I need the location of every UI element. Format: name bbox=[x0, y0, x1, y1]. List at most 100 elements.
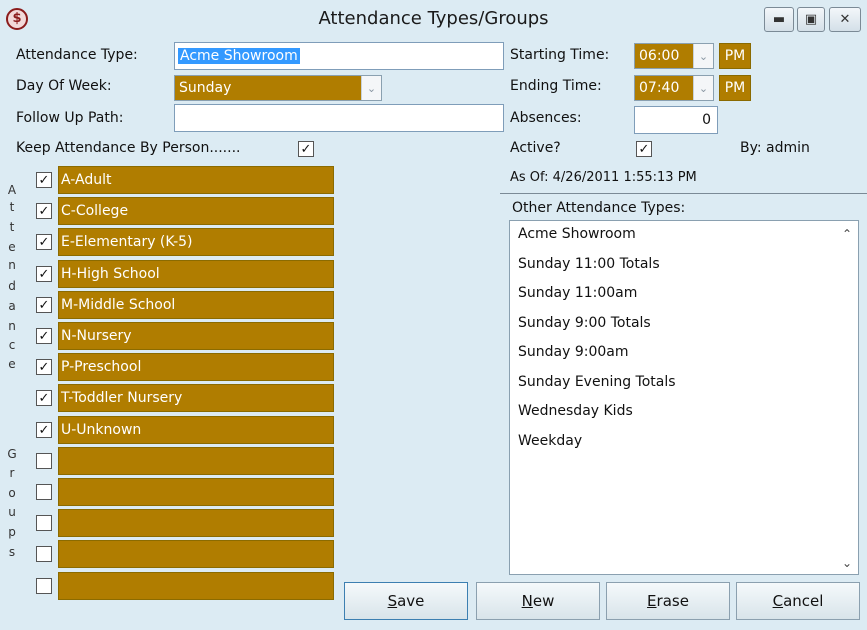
starting-time-label: Starting Time: bbox=[510, 47, 610, 63]
group-name-value: H-High School bbox=[61, 266, 160, 282]
starting-time-ampm[interactable]: PM bbox=[719, 43, 751, 69]
ending-time-ampm[interactable]: PM bbox=[719, 75, 751, 101]
group-name-value: P-Preschool bbox=[61, 359, 142, 375]
attendance-type-input[interactable]: Acme Showroom bbox=[174, 42, 504, 70]
group-name-field[interactable] bbox=[58, 540, 334, 568]
vertical-label-letter: t bbox=[9, 200, 15, 214]
attendance-type-value: Acme Showroom bbox=[178, 48, 300, 64]
vertical-label-letter: r bbox=[9, 466, 15, 480]
group-name-value: A-Adult bbox=[61, 172, 112, 188]
group-name-field[interactable]: A-Adult bbox=[58, 166, 334, 194]
group-checkbox[interactable]: ✓ bbox=[36, 234, 52, 250]
save-button[interactable]: Save bbox=[344, 582, 468, 620]
group-name-field[interactable] bbox=[58, 478, 334, 506]
maximize-icon: ▣ bbox=[804, 12, 818, 27]
group-name-field[interactable] bbox=[58, 509, 334, 537]
close-button[interactable]: ✕ bbox=[829, 7, 861, 32]
list-item[interactable]: Wednesday Kids bbox=[518, 403, 633, 419]
list-item[interactable]: Weekday bbox=[518, 433, 582, 449]
vertical-label-letter: o bbox=[8, 486, 16, 500]
group-checkbox[interactable]: ✓ bbox=[36, 266, 52, 282]
chevron-down-icon[interactable]: ⌄ bbox=[361, 76, 381, 100]
group-checkbox[interactable]: ✓ bbox=[36, 172, 52, 188]
cancel-button[interactable]: Cancel bbox=[736, 582, 860, 620]
ending-time-select[interactable]: 07:40 ⌄ bbox=[634, 75, 714, 101]
day-of-week-value: Sunday bbox=[179, 80, 232, 96]
list-item[interactable]: Sunday Evening Totals bbox=[518, 374, 676, 390]
list-item[interactable]: Sunday 9:00 Totals bbox=[518, 315, 651, 331]
group-name-value: M-Middle School bbox=[61, 297, 176, 313]
by-user-label: By: admin bbox=[740, 140, 810, 156]
group-name-field[interactable]: C-College bbox=[58, 197, 334, 225]
vertical-label-letter: A bbox=[7, 183, 17, 197]
active-checkbox[interactable]: ✓ bbox=[636, 141, 652, 157]
group-checkbox[interactable] bbox=[36, 546, 52, 562]
vertical-label-letter: c bbox=[8, 338, 16, 352]
vertical-label-letter: e bbox=[8, 240, 16, 254]
vertical-label-letter: e bbox=[8, 357, 16, 371]
list-item[interactable]: Sunday 11:00 Totals bbox=[518, 256, 660, 272]
group-name-field[interactable]: T-Toddler Nursery bbox=[58, 384, 334, 412]
group-checkbox[interactable] bbox=[36, 515, 52, 531]
absences-label: Absences: bbox=[510, 110, 582, 126]
group-checkbox[interactable]: ✓ bbox=[36, 203, 52, 219]
follow-up-path-input[interactable] bbox=[174, 104, 504, 132]
attendance-type-label: Attendance Type: bbox=[16, 47, 138, 63]
other-types-title: Other Attendance Types: bbox=[512, 200, 686, 216]
ending-time-label: Ending Time: bbox=[510, 78, 602, 94]
vertical-label-letter: G bbox=[7, 447, 17, 461]
as-of-label: As Of: 4/26/2011 1:55:13 PM bbox=[510, 170, 697, 185]
vertical-label-letter: t bbox=[9, 220, 15, 234]
group-checkbox[interactable]: ✓ bbox=[36, 390, 52, 406]
group-checkbox[interactable] bbox=[36, 578, 52, 594]
day-of-week-select[interactable]: Sunday ⌄ bbox=[174, 75, 382, 101]
list-item[interactable]: Sunday 11:00am bbox=[518, 285, 637, 301]
day-of-week-label: Day Of Week: bbox=[16, 78, 112, 94]
new-button[interactable]: New bbox=[476, 582, 600, 620]
minimize-icon: ▬ bbox=[772, 12, 786, 27]
vertical-label-letter: p bbox=[8, 525, 16, 539]
group-checkbox[interactable]: ✓ bbox=[36, 359, 52, 375]
starting-time-value: 06:00 bbox=[639, 48, 680, 64]
keep-attendance-checkbox[interactable]: ✓ bbox=[298, 141, 314, 157]
list-item[interactable]: Sunday 9:00am bbox=[518, 344, 629, 360]
list-item[interactable]: Acme Showroom bbox=[518, 226, 636, 242]
group-checkbox[interactable] bbox=[36, 453, 52, 469]
group-checkbox[interactable]: ✓ bbox=[36, 297, 52, 313]
active-label: Active? bbox=[510, 140, 561, 156]
vertical-label-letter: s bbox=[8, 545, 16, 559]
absences-input[interactable]: 0 bbox=[634, 106, 718, 134]
absences-value: 0 bbox=[702, 112, 711, 128]
group-name-field[interactable]: E-Elementary (K-5) bbox=[58, 228, 334, 256]
erase-button[interactable]: Erase bbox=[606, 582, 730, 620]
group-name-value: T-Toddler Nursery bbox=[61, 390, 183, 406]
group-name-value: C-College bbox=[61, 203, 129, 219]
starting-time-select[interactable]: 06:00 ⌄ bbox=[634, 43, 714, 69]
group-name-value: U-Unknown bbox=[61, 422, 142, 438]
scroll-up-icon[interactable]: ⌃ bbox=[842, 227, 852, 241]
vertical-label-letter: n bbox=[8, 319, 16, 333]
group-name-field[interactable]: H-High School bbox=[58, 260, 334, 288]
chevron-down-icon[interactable]: ⌄ bbox=[693, 44, 713, 68]
vertical-label-letter: n bbox=[8, 258, 16, 272]
keep-attendance-label: Keep Attendance By Person....... bbox=[16, 140, 241, 156]
other-types-list[interactable]: ⌃ ⌄ Acme Showroom Sunday 11:00 Totals Sund… bbox=[509, 220, 859, 575]
maximize-button[interactable]: ▣ bbox=[797, 7, 825, 32]
group-checkbox[interactable]: ✓ bbox=[36, 422, 52, 438]
group-checkbox[interactable] bbox=[36, 484, 52, 500]
group-name-field[interactable]: M-Middle School bbox=[58, 291, 334, 319]
group-name-field[interactable] bbox=[58, 447, 334, 475]
group-name-field[interactable]: N-Nursery bbox=[58, 322, 334, 350]
group-name-field[interactable]: P-Preschool bbox=[58, 353, 334, 381]
group-checkbox[interactable]: ✓ bbox=[36, 328, 52, 344]
group-name-value: N-Nursery bbox=[61, 328, 132, 344]
chevron-down-icon[interactable]: ⌄ bbox=[693, 76, 713, 100]
group-name-field[interactable]: U-Unknown bbox=[58, 416, 334, 444]
scroll-down-icon[interactable]: ⌄ bbox=[842, 556, 852, 570]
vertical-label-letter: a bbox=[8, 299, 16, 313]
vertical-label-letter: u bbox=[8, 505, 16, 519]
group-name-field[interactable] bbox=[58, 572, 334, 600]
window-title: Attendance Types/Groups bbox=[318, 8, 549, 29]
ending-time-value: 07:40 bbox=[639, 80, 680, 96]
minimize-button[interactable]: ▬ bbox=[764, 7, 794, 32]
